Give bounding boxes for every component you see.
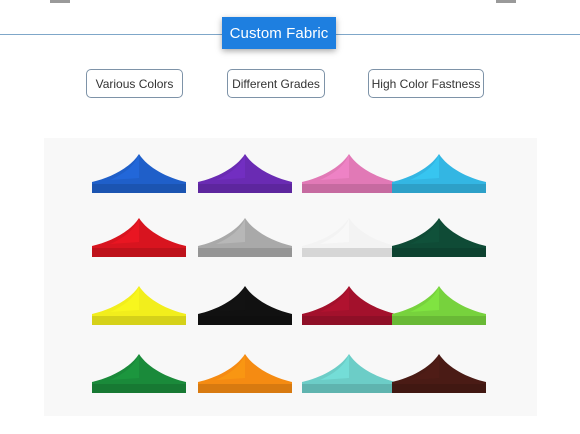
canopy-valance: [198, 384, 292, 393]
canopy-swatch-graphic: [198, 354, 292, 393]
canopy-swatch-graphic: [392, 354, 486, 393]
canopy-swatch-graphic: [92, 286, 186, 325]
page-title: Custom Fabric: [222, 17, 336, 49]
canopy-swatch-graphic: [302, 286, 396, 325]
canopy-swatch-turquoise: [300, 352, 398, 396]
canopy-valance: [392, 384, 486, 393]
canopy-swatch-graphic: [302, 354, 396, 393]
canopy-swatch-graphic: [302, 218, 396, 257]
canopy-valance: [198, 184, 292, 193]
canopy-valance: [92, 184, 186, 193]
canopy-swatch-graphic: [392, 154, 486, 193]
canopy-valance: [92, 384, 186, 393]
canopy-swatch-black: [196, 284, 294, 328]
canopy-swatch-burgundy: [300, 284, 398, 328]
canopy-swatch-white: [300, 216, 398, 260]
canopy-swatch-gray: [196, 216, 294, 260]
canopy-valance: [92, 248, 186, 257]
canopy-swatch-graphic: [198, 286, 292, 325]
canopy-valance: [198, 248, 292, 257]
canopy-valance: [198, 316, 292, 325]
canopy-swatch-blue: [90, 152, 188, 196]
canopy-swatch-graphic: [92, 218, 186, 257]
canopy-valance: [302, 248, 396, 257]
canopy-swatch-orange: [196, 352, 294, 396]
canopy-swatch-red: [90, 216, 188, 260]
canopy-valance: [302, 384, 396, 393]
fabric-swatch-grid: [44, 138, 537, 416]
canopy-swatch-brown: [390, 352, 488, 396]
canopy-swatch-purple: [196, 152, 294, 196]
canopy-swatch-graphic: [92, 354, 186, 393]
canopy-swatch-graphic: [392, 286, 486, 325]
canopy-valance: [392, 184, 486, 193]
canopy-valance: [302, 316, 396, 325]
canopy-swatch-pink: [300, 152, 398, 196]
canopy-valance: [302, 184, 396, 193]
canopy-swatch-green: [90, 352, 188, 396]
canopy-swatch-graphic: [198, 154, 292, 193]
canopy-valance: [392, 248, 486, 257]
top-mark-right: [496, 0, 516, 3]
canopy-swatch-dark-green: [390, 216, 488, 260]
canopy-swatch-graphic: [198, 218, 292, 257]
canopy-swatch-sky-blue: [390, 152, 488, 196]
canopy-valance: [392, 316, 486, 325]
canopy-swatch-graphic: [302, 154, 396, 193]
canopy-valance: [92, 316, 186, 325]
top-mark-left: [50, 0, 70, 3]
canopy-swatch-graphic: [92, 154, 186, 193]
top-edge-marks: [0, 0, 580, 6]
canopy-swatch-yellow: [90, 284, 188, 328]
canopy-swatch-graphic: [392, 218, 486, 257]
canopy-swatch-lime-green: [390, 284, 488, 328]
tag-various-colors: Various Colors: [86, 69, 183, 98]
tag-different-grades: Different Grades: [227, 69, 325, 98]
tag-high-color-fastness: High Color Fastness: [368, 69, 484, 98]
